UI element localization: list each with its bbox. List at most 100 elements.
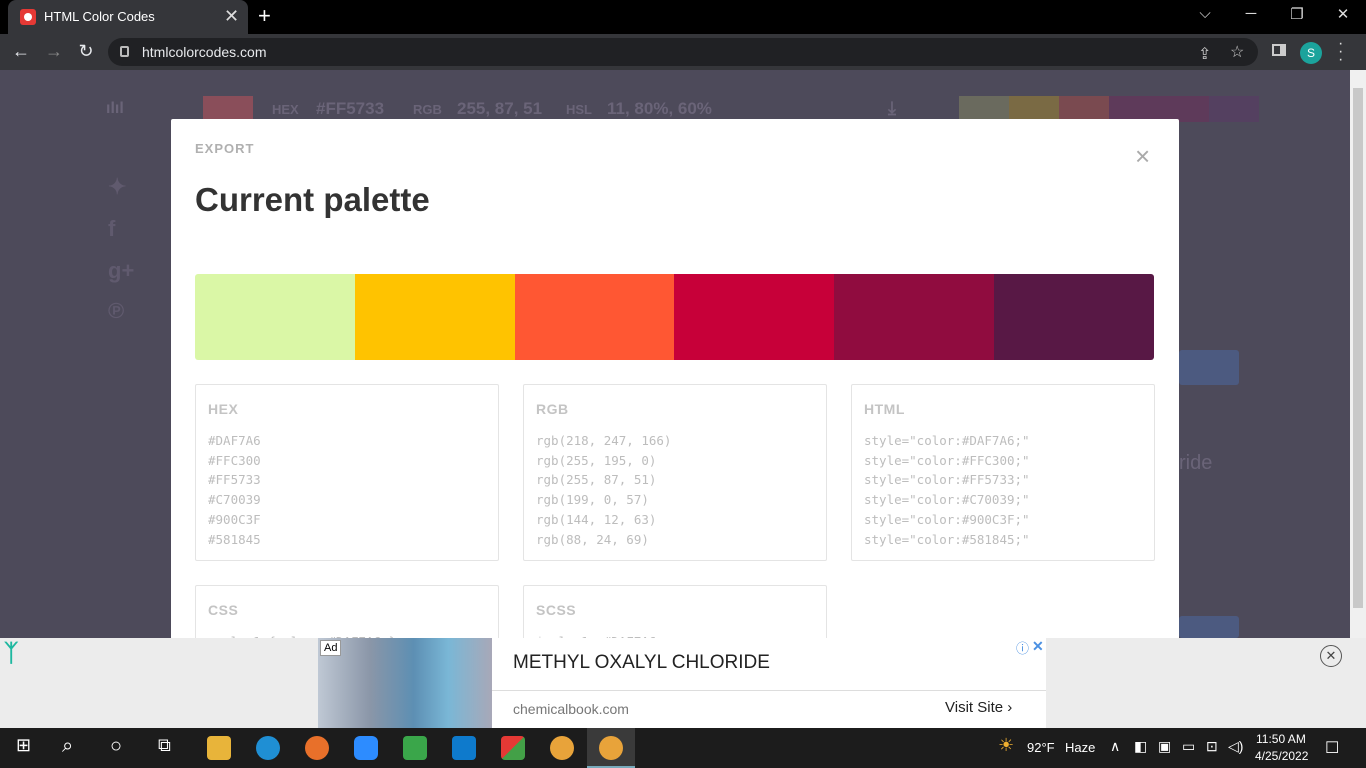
- code-line[interactable]: style="color:#C70039;": [864, 490, 1030, 510]
- code-line[interactable]: rgb(218, 247, 166): [536, 431, 671, 451]
- code-lines[interactable]: #DAF7A6 #FFC300 #FF5733 #C70039 #900C3F #5818…: [208, 431, 261, 549]
- bg-rgb-value: 255, 87, 51: [457, 99, 543, 118]
- ad-network-logo-icon: ᛉ: [4, 640, 19, 667]
- forward-icon[interactable]: →: [43, 41, 65, 62]
- share-icon[interactable]: ⇪: [1198, 44, 1211, 64]
- close-window-button[interactable]: ✕: [1328, 5, 1358, 23]
- cta-label: Visit Site: [945, 699, 1004, 716]
- app-icon[interactable]: [501, 736, 525, 760]
- windows-start-icon[interactable]: ⊞: [16, 735, 31, 756]
- twitter-icon: ✦: [108, 174, 127, 199]
- reload-icon[interactable]: ↻: [75, 41, 97, 62]
- download-icon: ⤓: [888, 98, 896, 118]
- code-line[interactable]: style="color:#FF5733;": [864, 470, 1030, 490]
- code-line[interactable]: style="color:#DAF7A6;": [864, 431, 1030, 451]
- zoom-icon[interactable]: [354, 736, 378, 760]
- visit-site-button[interactable]: Visit Site ›: [945, 699, 1012, 716]
- task-view-icon[interactable]: ⧉: [158, 735, 171, 756]
- palette-swatch[interactable]: [674, 274, 835, 360]
- tray-pdf-icon[interactable]: ▣: [1158, 738, 1171, 755]
- clock-time[interactable]: 11:50 AM: [1256, 732, 1306, 746]
- ad-domain[interactable]: chemicalbook.com: [513, 701, 629, 717]
- palette-swatch[interactable]: [354, 274, 515, 360]
- search-icon[interactable]: ⌕: [62, 735, 73, 758]
- facebook-icon: f: [108, 216, 116, 241]
- address-bar[interactable]: htmlcolorcodes.com ⇪ ☆: [108, 38, 1258, 66]
- ad-banner: ᛉ Ad METHYL OXALYL CHLORIDE chemicalbook…: [0, 638, 1366, 728]
- code-line[interactable]: #FFC300: [208, 451, 261, 471]
- code-line[interactable]: #581845: [208, 530, 261, 550]
- tray-chevron-icon[interactable]: ∧: [1110, 738, 1120, 755]
- rgb-code-box[interactable]: RGB rgb(218, 247, 166) rgb(255, 195, 0) rg…: [523, 384, 827, 561]
- hex-code-box[interactable]: HEX #DAF7A6 #FFC300 #FF5733 #C70039 #900C3F #…: [195, 384, 499, 561]
- side-panel-icon[interactable]: [1272, 44, 1286, 56]
- browser-tab-bar: HTML Color Codes ✕ + ⌵ ─ ❐ ✕: [0, 0, 1366, 34]
- code-line[interactable]: style="color:#900C3F;": [864, 510, 1030, 530]
- code-line[interactable]: #C70039: [208, 490, 261, 510]
- notifications-icon[interactable]: ☐: [1325, 738, 1339, 758]
- bg-button: [1179, 616, 1239, 638]
- edge-icon[interactable]: [256, 736, 280, 760]
- weather-icon[interactable]: ☀: [998, 735, 1014, 756]
- chrome-icon[interactable]: [599, 736, 623, 760]
- close-icon[interactable]: ×: [1135, 141, 1150, 172]
- html-code-box[interactable]: HTML style="color:#DAF7A6;" style="color:…: [851, 384, 1155, 561]
- tab-search-icon[interactable]: ⌵: [1190, 5, 1220, 22]
- palette-swatch[interactable]: [514, 274, 675, 360]
- network-icon[interactable]: ⊡: [1206, 738, 1218, 755]
- palette-swatch[interactable]: [994, 274, 1154, 360]
- chrome-icon[interactable]: [550, 736, 574, 760]
- pinterest-icon: ℗: [108, 298, 125, 323]
- palette-swatch[interactable]: [195, 274, 355, 360]
- weather-temperature[interactable]: 92°F: [1027, 740, 1055, 755]
- url-text[interactable]: htmlcolorcodes.com: [142, 44, 267, 60]
- tab-close-icon[interactable]: ✕: [224, 6, 239, 26]
- weather-description[interactable]: Haze: [1065, 740, 1095, 755]
- ad-headline[interactable]: METHYL OXALYL CHLORIDE: [513, 652, 770, 674]
- app-icon[interactable]: [403, 736, 427, 760]
- profile-avatar[interactable]: S: [1300, 42, 1322, 64]
- code-line[interactable]: #DAF7A6: [208, 431, 261, 451]
- restore-button[interactable]: ❐: [1282, 5, 1312, 23]
- cortana-icon[interactable]: ○: [110, 735, 122, 758]
- lock-icon[interactable]: [120, 46, 129, 57]
- code-line[interactable]: #900C3F: [208, 510, 261, 530]
- volume-icon[interactable]: ◁): [1228, 738, 1243, 755]
- page-scrollbar[interactable]: [1350, 70, 1366, 638]
- bg-hex-label: HEX: [272, 102, 299, 117]
- palette-swatch[interactable]: [834, 274, 995, 360]
- ad-image[interactable]: Ad: [318, 638, 492, 728]
- code-line[interactable]: rgb(255, 87, 51): [536, 470, 671, 490]
- code-line[interactable]: style="color:#FFC300;": [864, 451, 1030, 471]
- active-app-highlight[interactable]: [587, 728, 635, 768]
- browser-menu-icon[interactable]: · · ·: [1338, 36, 1343, 68]
- code-lines[interactable]: rgb(218, 247, 166) rgb(255, 195, 0) rgb(25…: [536, 431, 671, 549]
- back-icon[interactable]: ←: [10, 41, 32, 62]
- code-line[interactable]: rgb(199, 0, 57): [536, 490, 671, 510]
- code-lines[interactable]: style="color:#DAF7A6;" style="color:#FFC3…: [864, 431, 1030, 549]
- code-box-title: SCSS: [536, 602, 577, 618]
- code-line[interactable]: style="color:#581845;": [864, 530, 1030, 550]
- file-explorer-icon[interactable]: [207, 736, 231, 760]
- tray-app-icon[interactable]: ◧: [1134, 738, 1147, 755]
- code-line[interactable]: rgb(88, 24, 69): [536, 530, 671, 550]
- ad-close-icon[interactable]: ✕: [1032, 638, 1044, 655]
- ad-dismiss-button[interactable]: ✕: [1320, 645, 1342, 667]
- site-favicon-icon: [20, 9, 36, 25]
- ad-info-icon[interactable]: ⓘ: [1016, 638, 1029, 657]
- browser-tab[interactable]: HTML Color Codes ✕: [8, 0, 248, 34]
- new-tab-button[interactable]: +: [258, 4, 271, 28]
- code-line[interactable]: #FF5733: [208, 470, 261, 490]
- bookmark-star-icon[interactable]: ☆: [1230, 42, 1244, 62]
- firefox-icon[interactable]: [305, 736, 329, 760]
- ad-card[interactable]: Ad METHYL OXALYL CHLORIDE chemicalbook.c…: [318, 638, 1046, 728]
- code-line[interactable]: rgb(255, 195, 0): [536, 451, 671, 471]
- clock-date[interactable]: 4/25/2022: [1255, 749, 1308, 763]
- vscode-icon[interactable]: [452, 736, 476, 760]
- minimize-button[interactable]: ─: [1236, 5, 1266, 22]
- code-line[interactable]: rgb(144, 12, 63): [536, 510, 671, 530]
- bg-hex-value: #FF5733: [316, 99, 385, 118]
- scrollbar-thumb[interactable]: [1353, 88, 1363, 608]
- ad-divider: [492, 690, 1046, 691]
- battery-icon[interactable]: ▭: [1182, 738, 1195, 755]
